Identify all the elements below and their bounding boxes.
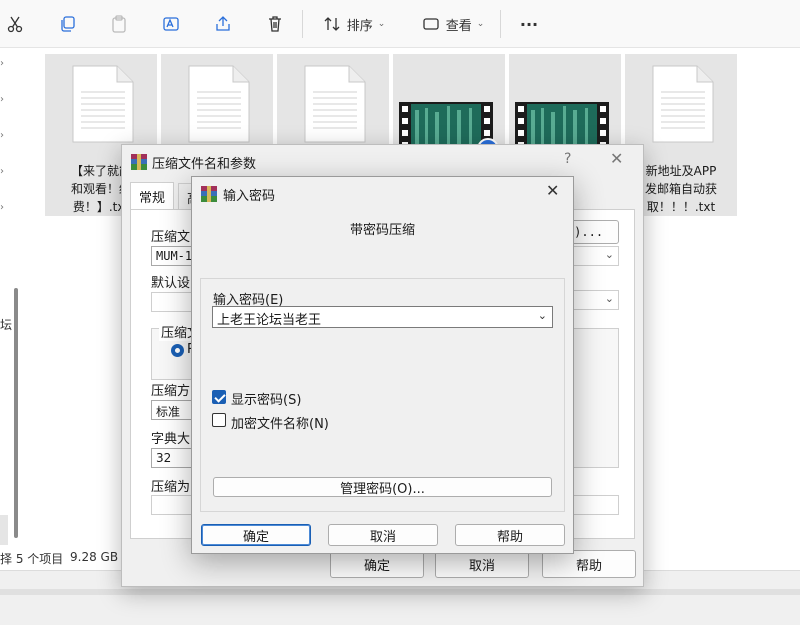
copy-button[interactable]	[54, 8, 80, 40]
chevron-down-icon: ⌄	[604, 292, 614, 305]
archive-name-dropdown[interactable]: ⌄	[571, 246, 619, 266]
split-label: 压缩为	[151, 480, 191, 495]
text-document-icon	[72, 65, 134, 143]
default-profile-label: 默认设	[151, 276, 191, 291]
view-button[interactable]: 查看 ⌄	[418, 8, 488, 40]
chevron-right-icon[interactable]: ›	[0, 130, 8, 141]
show-password-label: 显示密码(S)	[231, 393, 302, 408]
text-document-icon	[652, 65, 714, 143]
cut-button[interactable]	[2, 8, 28, 40]
view-icon	[423, 18, 439, 30]
dialog-title: 压缩文件名和参数	[152, 157, 257, 172]
selection-size: 9.28 GB	[70, 550, 119, 564]
paste-button[interactable]	[106, 8, 132, 40]
chevron-down-icon[interactable]: ⌄	[538, 309, 547, 322]
view-label: 查看	[445, 18, 472, 34]
chevron-right-icon[interactable]: ›	[0, 94, 8, 105]
winrar-icon	[201, 186, 217, 202]
method-label: 压缩方	[151, 384, 191, 399]
encrypt-names-checkbox[interactable]	[212, 413, 226, 427]
help-icon[interactable]: ?	[564, 151, 571, 167]
ok-button[interactable]: 确定	[201, 524, 311, 546]
trash-icon	[269, 16, 281, 32]
manage-passwords-button[interactable]: 管理密码(O)...	[213, 477, 552, 497]
share-icon	[216, 16, 230, 31]
clipboard-icon	[112, 15, 126, 33]
chevron-down-icon: ⌄	[604, 248, 614, 261]
file-name: 新地址及APP 发邮箱自动获 取！！！.txt	[644, 164, 717, 214]
nav-selected-item[interactable]	[0, 515, 8, 545]
password-input[interactable]: 上老王论坛当老王 ⌄	[212, 306, 553, 328]
rename-button[interactable]	[158, 8, 184, 40]
winrar-icon	[131, 154, 147, 170]
copy-icon	[61, 16, 75, 32]
rar-radio[interactable]	[171, 344, 184, 357]
update-mode-dropdown[interactable]: ⌄	[571, 290, 619, 310]
cancel-button[interactable]: 取消	[328, 524, 438, 546]
explorer-toolbar: 排序 ⌄ 查看 ⌄ ···	[0, 0, 800, 48]
sort-button[interactable]: 排序 ⌄	[318, 8, 390, 40]
chevron-down-icon: ⌄	[476, 19, 485, 29]
enter-password-dialog: 输入密码 ✕ 带密码压缩 输入密码(E) 显示密码(S) 加密文件名称(N) 管…	[191, 176, 574, 554]
toolbar-separator	[500, 10, 501, 38]
rename-icon	[163, 17, 179, 31]
dialog-title: 输入密码	[223, 189, 276, 204]
horizontal-scrollbar[interactable]	[0, 589, 800, 595]
selection-count: 择 5 个项目	[0, 552, 64, 566]
help-button[interactable]: 帮助	[542, 550, 636, 578]
show-password-checkbox[interactable]	[212, 390, 226, 404]
chevron-down-icon: ⌄	[377, 19, 386, 29]
archive-options-group	[571, 328, 619, 468]
delete-button[interactable]	[262, 8, 288, 40]
cancel-button[interactable]: 取消	[435, 550, 529, 578]
chevron-right-icon[interactable]: ›	[0, 166, 8, 177]
sort-label: 排序	[346, 18, 373, 34]
dialog-heading: 带密码压缩	[349, 223, 415, 238]
params-field[interactable]	[571, 495, 619, 515]
close-icon[interactable]: ✕	[546, 181, 559, 200]
archive-name-label: 压缩文	[151, 230, 191, 245]
password-value: 上老王论坛当老王	[217, 313, 322, 328]
tab-general[interactable]: 常规	[130, 182, 175, 210]
navigation-pane: › › › › › 坛	[0, 48, 26, 548]
share-button[interactable]	[210, 8, 236, 40]
close-icon[interactable]: ✕	[610, 149, 623, 168]
chevron-right-icon[interactable]: ›	[0, 58, 8, 69]
dictionary-label: 字典大	[151, 432, 191, 447]
scissors-icon	[7, 16, 23, 33]
text-document-icon	[188, 65, 250, 143]
chevron-right-icon[interactable]: ›	[0, 202, 8, 213]
more-options-button[interactable]: ···	[514, 8, 544, 40]
sort-icon	[324, 17, 340, 31]
help-button[interactable]: 帮助	[455, 524, 565, 546]
toolbar-separator	[302, 10, 303, 38]
nav-scrollbar[interactable]	[14, 288, 18, 538]
text-document-icon	[304, 65, 366, 143]
ok-button[interactable]: 确定	[330, 550, 424, 578]
nav-item-label[interactable]: 坛	[0, 316, 12, 333]
encrypt-names-label: 加密文件名称(N)	[231, 417, 329, 432]
